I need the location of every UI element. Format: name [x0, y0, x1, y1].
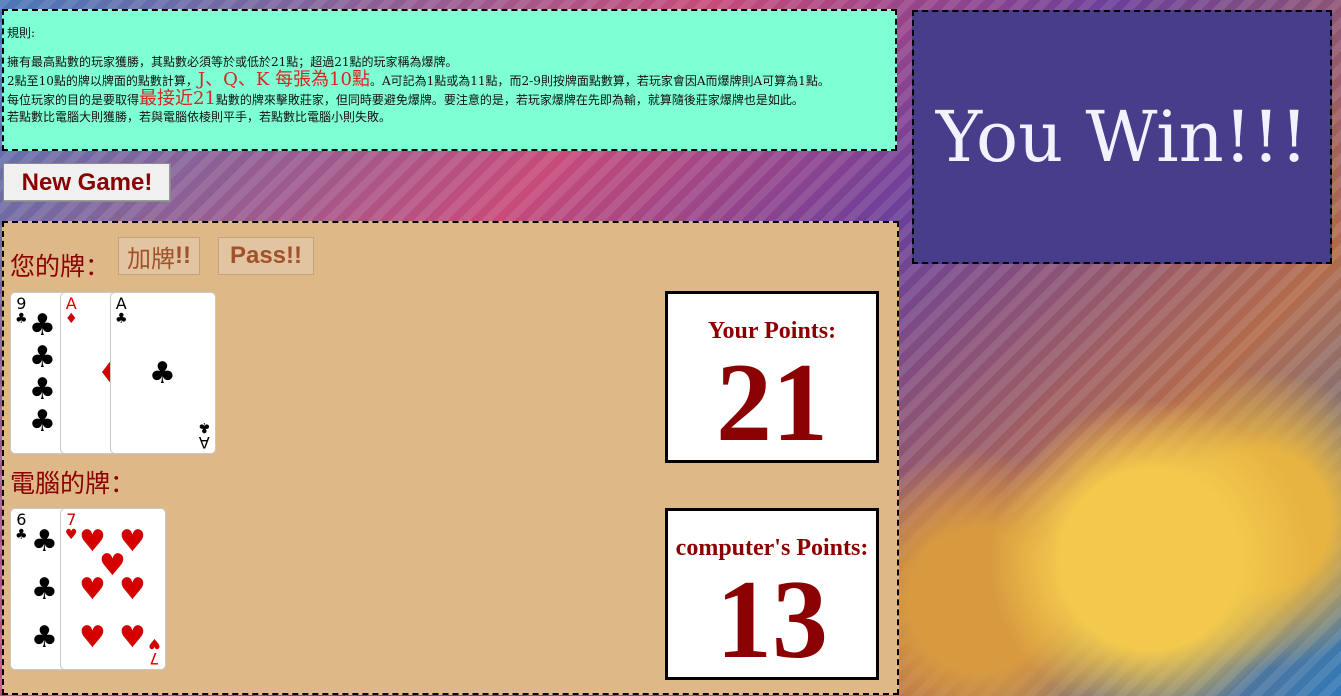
rules-line-2-start: 2點至10點的牌以牌面的點數計算，	[7, 74, 198, 88]
result-banner: You Win!!!	[912, 10, 1332, 264]
club-icon: ♣	[29, 404, 56, 439]
player-points-value: 21	[716, 341, 828, 465]
club-icon: ♣	[31, 524, 58, 559]
heart-icon: ♥	[119, 620, 146, 655]
rules-line-4: 若點數比電腦大則獲勝，若與電腦依棱則平手，若點數比電腦小則失敗。	[7, 110, 392, 124]
hit-button[interactable]: 加牌!!	[118, 237, 200, 275]
heart-icon: ♥	[119, 572, 146, 607]
pass-button[interactable]: Pass!!	[218, 237, 314, 275]
rules-panel: 規則: 擁有最高點數的玩家獲勝，其點數必須等於或低於21點；超過21點的玩家稱為…	[2, 9, 897, 151]
card-corner: A ♣	[115, 296, 128, 327]
club-icon: ♣	[15, 311, 28, 327]
rules-heading: 規則:	[7, 26, 36, 40]
club-icon: ♣	[198, 419, 211, 435]
rules-line-3: 每位玩家的目的是要取得最接近21點數的牌來擊敗莊家，但同時要避免爆牌。要注意的是…	[7, 90, 892, 109]
card-corner-bottom: A ♣	[198, 419, 211, 452]
club-icon: ♣	[115, 311, 128, 327]
rules-highlight-face-cards: J、Q、K 每張為10點	[197, 69, 370, 90]
computer-points-box: computer's Points: 13	[665, 508, 879, 680]
result-text: You Win!!!	[935, 96, 1309, 178]
diamond-icon: ♦	[65, 311, 78, 327]
club-icon: ♣	[31, 572, 58, 607]
rules-line-3-start: 每位玩家的目的是要取得	[7, 93, 140, 107]
card-corner: 6 ♣	[15, 512, 28, 543]
card-corner-bottom: 7 ♥	[148, 635, 161, 668]
card-corner: A ♦	[65, 296, 78, 327]
card-corner: 7 ♥	[65, 512, 78, 543]
rules-line-2-end: 。A可記為1點或為11點，而2-9則按牌面點數算，若玩家會因A而爆牌則A可算為1…	[369, 74, 830, 88]
hit-button-label: 加牌	[127, 245, 175, 273]
computer-cards-label: 電腦的牌：	[10, 469, 136, 498]
club-icon: ♣	[29, 308, 56, 343]
club-icon: ♣	[29, 340, 56, 375]
player-cards-label: 您的牌：	[10, 252, 111, 281]
heart-icon: ♥	[65, 527, 78, 543]
player-points-box: Your Points: 21	[665, 291, 879, 463]
heart-icon: ♥	[79, 572, 106, 607]
card-rank: A	[199, 433, 211, 452]
club-icon: ♣	[29, 372, 56, 407]
rules-highlight-closest-21: 最接近21	[139, 88, 216, 109]
rules-line-1: 擁有最高點數的玩家獲勝，其點數必須等於或低於21點；超過21點的玩家稱為爆牌。	[7, 55, 458, 69]
hit-button-bang: !!	[175, 242, 191, 269]
new-game-button[interactable]: New Game!	[3, 163, 171, 202]
computer-points-value: 13	[716, 558, 828, 682]
game-table: 您的牌： 加牌!! Pass!! 9♣ ♣ ♣ ♣ ♣ A♦ ♦ A♣ ♣ A♣…	[2, 221, 899, 695]
player-card-3: A ♣ ♣ A ♣	[110, 292, 216, 454]
card-rank: 7	[149, 649, 160, 668]
rules-line-3-end: 點數的牌來擊敗莊家，但同時要避免爆牌。要注意的是，若玩家爆牌在先即為輸，就算隨後…	[215, 93, 804, 107]
club-icon: ♣	[149, 356, 176, 391]
card-corner: 9 ♣	[15, 296, 28, 327]
club-icon: ♣	[15, 527, 28, 543]
computer-card-2: 7 ♥ ♥ ♥ ♥ ♥ ♥ ♥ ♥ 7 ♥	[60, 508, 166, 670]
club-icon: ♣	[31, 620, 58, 655]
heart-icon: ♥	[79, 620, 106, 655]
heart-icon: ♥	[148, 635, 161, 651]
